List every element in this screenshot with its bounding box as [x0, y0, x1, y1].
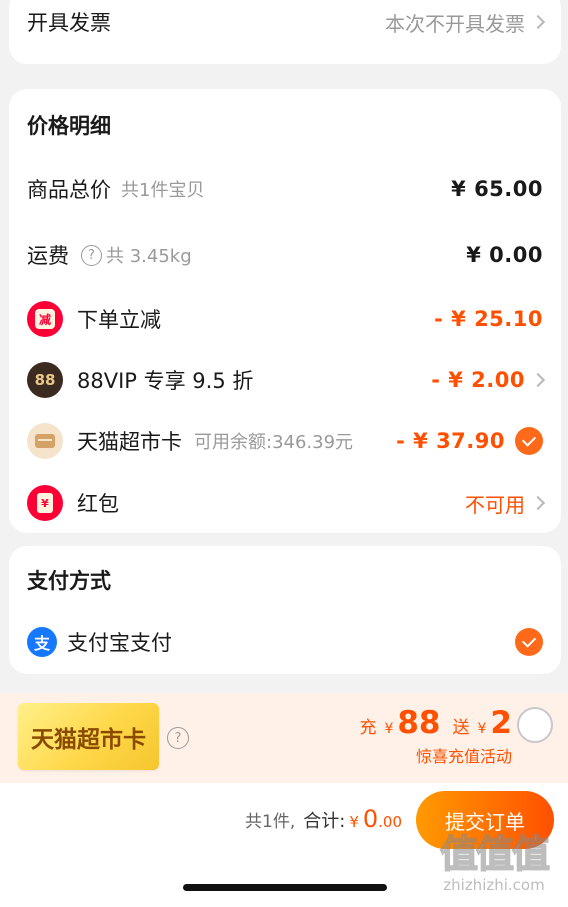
home-indicator	[183, 884, 387, 891]
recharge-currency: ¥	[384, 721, 394, 737]
red-packet-label: 红包	[77, 492, 119, 516]
promo-subtitle: 惊喜充值活动	[415, 747, 512, 766]
invoice-label: 开具发票	[27, 11, 111, 35]
card-icon	[27, 423, 63, 459]
help-icon[interactable]: ?	[167, 727, 189, 749]
payment-title: 支付方式	[27, 569, 111, 593]
discount-row: 减 下单立减 - ¥ 25.10	[9, 300, 561, 338]
payment-card: 支付方式 支 支付宝支付	[9, 546, 561, 674]
promo-banner: 天猫超市卡 ? 充 ¥ 88 送 ¥ 2 惊喜充值活动	[0, 693, 568, 783]
gift-prefix: 送	[452, 718, 470, 738]
total-integer: 0	[362, 805, 379, 833]
discount-value: - ¥ 25.10	[434, 307, 543, 331]
price-detail-card: 价格明细 商品总价 共1件宝贝 ¥ 65.00 运费 ? 共 3.45kg ¥ …	[9, 89, 561, 533]
vip-label: 88VIP 专享 9.5 折	[77, 369, 254, 393]
discount-label: 下单立减	[77, 308, 161, 332]
promo-radio[interactable]	[517, 707, 553, 743]
invoice-card: 开具发票 本次不开具发票	[9, 0, 561, 64]
recharge-offer[interactable]: 充 ¥ 88 送 ¥ 2 惊喜充值活动	[359, 705, 512, 767]
recharge-amount: 88	[397, 705, 441, 741]
market-card-label: 天猫超市卡	[77, 430, 182, 454]
market-card-value: - ¥ 37.90	[396, 429, 505, 453]
alipay-icon: 支	[27, 627, 57, 657]
payment-method-row[interactable]: 支 支付宝支付	[9, 624, 561, 660]
subtotal-note: 共1件宝贝	[121, 180, 205, 201]
discount-icon-glyph: 减	[35, 309, 55, 329]
shipping-label: 运费	[27, 244, 69, 268]
payment-method-label: 支付宝支付	[67, 631, 172, 655]
discount-icon: 减	[27, 301, 63, 337]
item-count: 共1件,	[245, 812, 296, 832]
total-decimal: .00	[378, 813, 402, 831]
vip-88-icon: 88	[27, 362, 63, 398]
chevron-right-icon	[530, 14, 546, 30]
payment-method-checkbox[interactable]	[515, 628, 543, 656]
vip-value: - ¥ 2.00	[431, 368, 525, 392]
gift-currency: ¥	[477, 721, 487, 737]
vip-icon-glyph: 88	[34, 371, 56, 389]
subtotal-value: ¥ 65.00	[451, 177, 543, 201]
subtotal-label: 商品总价	[27, 178, 111, 202]
submit-order-button[interactable]: 提交订单	[416, 791, 554, 849]
vip-row[interactable]: 88 88VIP 专享 9.5 折 - ¥ 2.00	[9, 361, 561, 399]
footer-bar: 共1件, 合计: ¥ 0 .00 提交订单 值值值 zhizhizhi.com	[0, 783, 568, 907]
invoice-value: 本次不开具发票	[385, 11, 525, 36]
invoice-row[interactable]: 开具发票 本次不开具发票	[9, 0, 561, 44]
market-card-note: 可用余额:346.39元	[194, 432, 354, 453]
shipping-value: ¥ 0.00	[466, 243, 543, 267]
total-label: 合计:	[303, 811, 346, 832]
gift-amount: 2	[490, 705, 512, 741]
recharge-prefix: 充	[359, 718, 377, 738]
total-currency: ¥	[349, 813, 359, 831]
red-packet-icon: ¥	[27, 485, 63, 521]
market-card-checkbox[interactable]	[515, 427, 543, 455]
price-detail-title: 价格明细	[27, 114, 111, 138]
chevron-right-icon	[530, 372, 546, 388]
help-icon[interactable]: ?	[81, 244, 102, 266]
chevron-right-icon	[530, 495, 546, 511]
tmall-market-card-badge[interactable]: 天猫超市卡	[18, 703, 159, 770]
watermark-domain: zhizhizhi.com	[443, 876, 545, 894]
alipay-icon-glyph: 支	[33, 634, 50, 653]
red-packet-row[interactable]: ¥ 红包 不可用	[9, 484, 561, 522]
shipping-note: 共 3.45kg	[106, 246, 192, 267]
red-packet-value: 不可用	[465, 492, 525, 517]
promo-card-label: 天猫超市卡	[31, 726, 146, 753]
market-card-row[interactable]: 天猫超市卡 可用余额:346.39元 - ¥ 37.90	[9, 422, 561, 460]
order-total: 共1件, 合计: ¥ 0 .00	[245, 805, 402, 833]
red-packet-icon-glyph: ¥	[37, 493, 53, 513]
shipping-row: 运费 ? 共 3.45kg ¥ 0.00	[9, 237, 561, 273]
subtotal-row: 商品总价 共1件宝贝 ¥ 65.00	[9, 171, 561, 207]
